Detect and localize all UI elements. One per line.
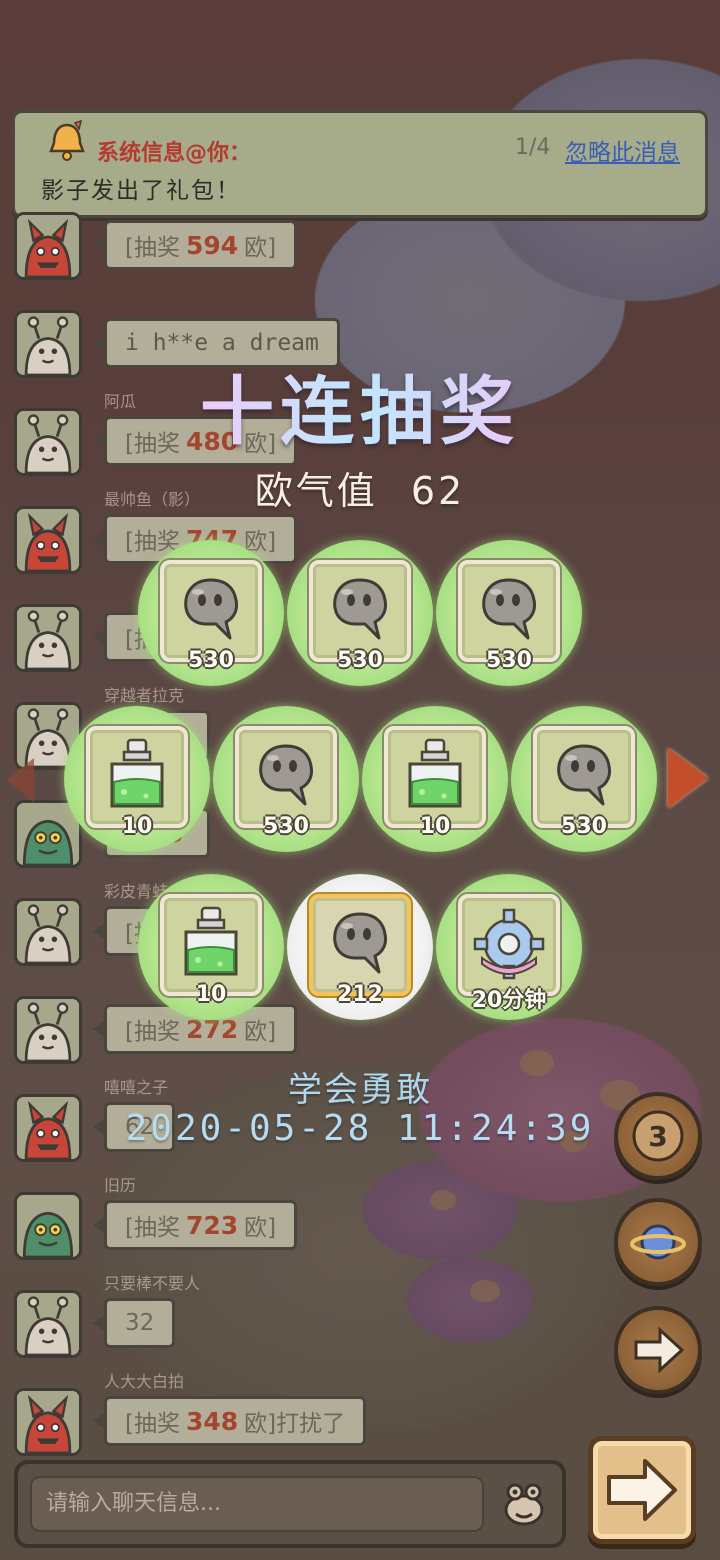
planet-button[interactable] bbox=[614, 1198, 702, 1286]
chat-bubble: [抽奖 594 欧] bbox=[92, 220, 298, 270]
prize-card bbox=[160, 560, 262, 662]
lottery-prefix: [抽奖 bbox=[125, 1411, 180, 1437]
prize-item[interactable]: 10 bbox=[64, 706, 210, 852]
system-message-body: 影子发出了礼包！ bbox=[41, 178, 241, 204]
prize-card bbox=[533, 726, 635, 828]
lottery-suffix: 欧] bbox=[244, 1215, 277, 1241]
send-button[interactable] bbox=[588, 1436, 696, 1544]
luck-value: 62 bbox=[410, 469, 466, 513]
chat-username: 人大大白拍 bbox=[104, 1372, 185, 1391]
lottery-title: 十连抽奖 bbox=[0, 352, 720, 459]
lottery-prefix: [抽奖 bbox=[125, 235, 180, 261]
planet-icon bbox=[630, 1224, 686, 1260]
lottery-num: 594 bbox=[185, 230, 239, 260]
send-arrow-icon bbox=[607, 1459, 677, 1521]
chat-message[interactable]: 只要棒不要人 32 bbox=[12, 1274, 432, 1364]
chat-input-bar: 请输入聊天信息... bbox=[14, 1460, 566, 1548]
chat-message[interactable]: 旧历 [抽奖 723 欧] bbox=[12, 1176, 432, 1266]
prize-card bbox=[458, 560, 560, 662]
prize-item[interactable]: 530 bbox=[436, 540, 582, 686]
luck-label: 欧气值 bbox=[254, 469, 378, 513]
prize-quantity: 530 bbox=[486, 648, 532, 673]
user-avatar[interactable] bbox=[14, 506, 82, 574]
prize-card bbox=[309, 894, 411, 996]
prev-arrow-icon[interactable] bbox=[6, 758, 34, 802]
lottery-num: 348 bbox=[185, 1406, 239, 1436]
prize-card bbox=[160, 894, 262, 996]
prize-quantity: 530 bbox=[337, 648, 383, 673]
badge-button[interactable]: 3 bbox=[614, 1092, 702, 1180]
badge-number: 3 bbox=[648, 1120, 667, 1153]
user-avatar[interactable] bbox=[14, 1388, 82, 1456]
prize-quantity: 530 bbox=[263, 814, 309, 839]
prize-item[interactable]: 10 bbox=[138, 874, 284, 1020]
chat-input[interactable]: 请输入聊天信息... bbox=[30, 1476, 484, 1532]
next-arrow-icon[interactable] bbox=[668, 748, 708, 808]
bell-icon bbox=[49, 119, 85, 161]
lottery-suffix: 欧] bbox=[244, 1411, 277, 1437]
speech-badge-icon: 3 bbox=[632, 1110, 684, 1162]
arrow-right-icon bbox=[634, 1326, 685, 1374]
lottery-suffix: 欧] bbox=[244, 235, 277, 261]
prize-quantity: 10 bbox=[121, 814, 153, 839]
prize-quantity: 10 bbox=[419, 814, 451, 839]
prize-card bbox=[384, 726, 486, 828]
prize-item[interactable]: 212 bbox=[287, 874, 433, 1020]
prize-item[interactable]: 10 bbox=[362, 706, 508, 852]
prize-item[interactable]: 20分钟 bbox=[436, 874, 582, 1020]
luck-value-line: 欧气值 62 bbox=[0, 460, 720, 515]
prize-quantity: 212 bbox=[337, 982, 383, 1007]
chat-bubble: [抽奖 348 欧] 打扰了 bbox=[92, 1396, 367, 1446]
chat-text: 32 bbox=[125, 1310, 155, 1336]
prize-card bbox=[86, 726, 188, 828]
prize-item[interactable]: 530 bbox=[287, 540, 433, 686]
chat-message[interactable]: 人大大白拍 [抽奖 348 欧] 打扰了 bbox=[12, 1372, 432, 1462]
prize-card bbox=[458, 894, 560, 996]
lottery-prefix: [抽奖 bbox=[125, 1215, 180, 1241]
reward-name: 学会勇敢 bbox=[288, 1070, 432, 1110]
user-avatar[interactable] bbox=[14, 212, 82, 280]
user-avatar[interactable] bbox=[14, 898, 82, 966]
lottery-extra: 打扰了 bbox=[276, 1411, 346, 1437]
reward-timestamp: 2020-05-28 11:24:39 bbox=[125, 1108, 595, 1149]
frog-emoji-icon[interactable] bbox=[494, 1474, 554, 1534]
chat-bubble: [抽奖 723 欧] bbox=[92, 1200, 298, 1250]
prize-item[interactable]: 530 bbox=[213, 706, 359, 852]
lottery-num: 723 bbox=[185, 1210, 239, 1240]
user-avatar[interactable] bbox=[14, 604, 82, 672]
prize-quantity: 10 bbox=[195, 982, 227, 1007]
chat-message[interactable]: [抽奖 594 欧] bbox=[12, 212, 432, 286]
prize-item[interactable]: 530 bbox=[511, 706, 657, 852]
prize-card bbox=[235, 726, 337, 828]
user-avatar[interactable] bbox=[14, 1192, 82, 1260]
chat-bubble: 32 bbox=[92, 1298, 176, 1348]
prize-quantity: 20分钟 bbox=[471, 988, 547, 1013]
message-counter: 1/4 bbox=[515, 135, 551, 160]
ignore-message-link[interactable]: 忽略此消息 bbox=[565, 133, 680, 167]
user-avatar[interactable] bbox=[14, 996, 82, 1064]
prize-quantity: 530 bbox=[188, 648, 234, 673]
prize-item[interactable]: 530 bbox=[138, 540, 284, 686]
chat-username: 只要棒不要人 bbox=[104, 1274, 201, 1293]
system-message-title: 系统信息@你： bbox=[97, 141, 252, 166]
chat-username: 旧历 bbox=[104, 1176, 137, 1195]
arrow-button[interactable] bbox=[614, 1306, 702, 1394]
prize-quantity: 530 bbox=[561, 814, 607, 839]
user-avatar[interactable] bbox=[14, 1290, 82, 1358]
prize-card bbox=[309, 560, 411, 662]
system-message-bar[interactable]: 系统信息@你： 1/4 忽略此消息 影子发出了礼包！ bbox=[12, 110, 708, 218]
